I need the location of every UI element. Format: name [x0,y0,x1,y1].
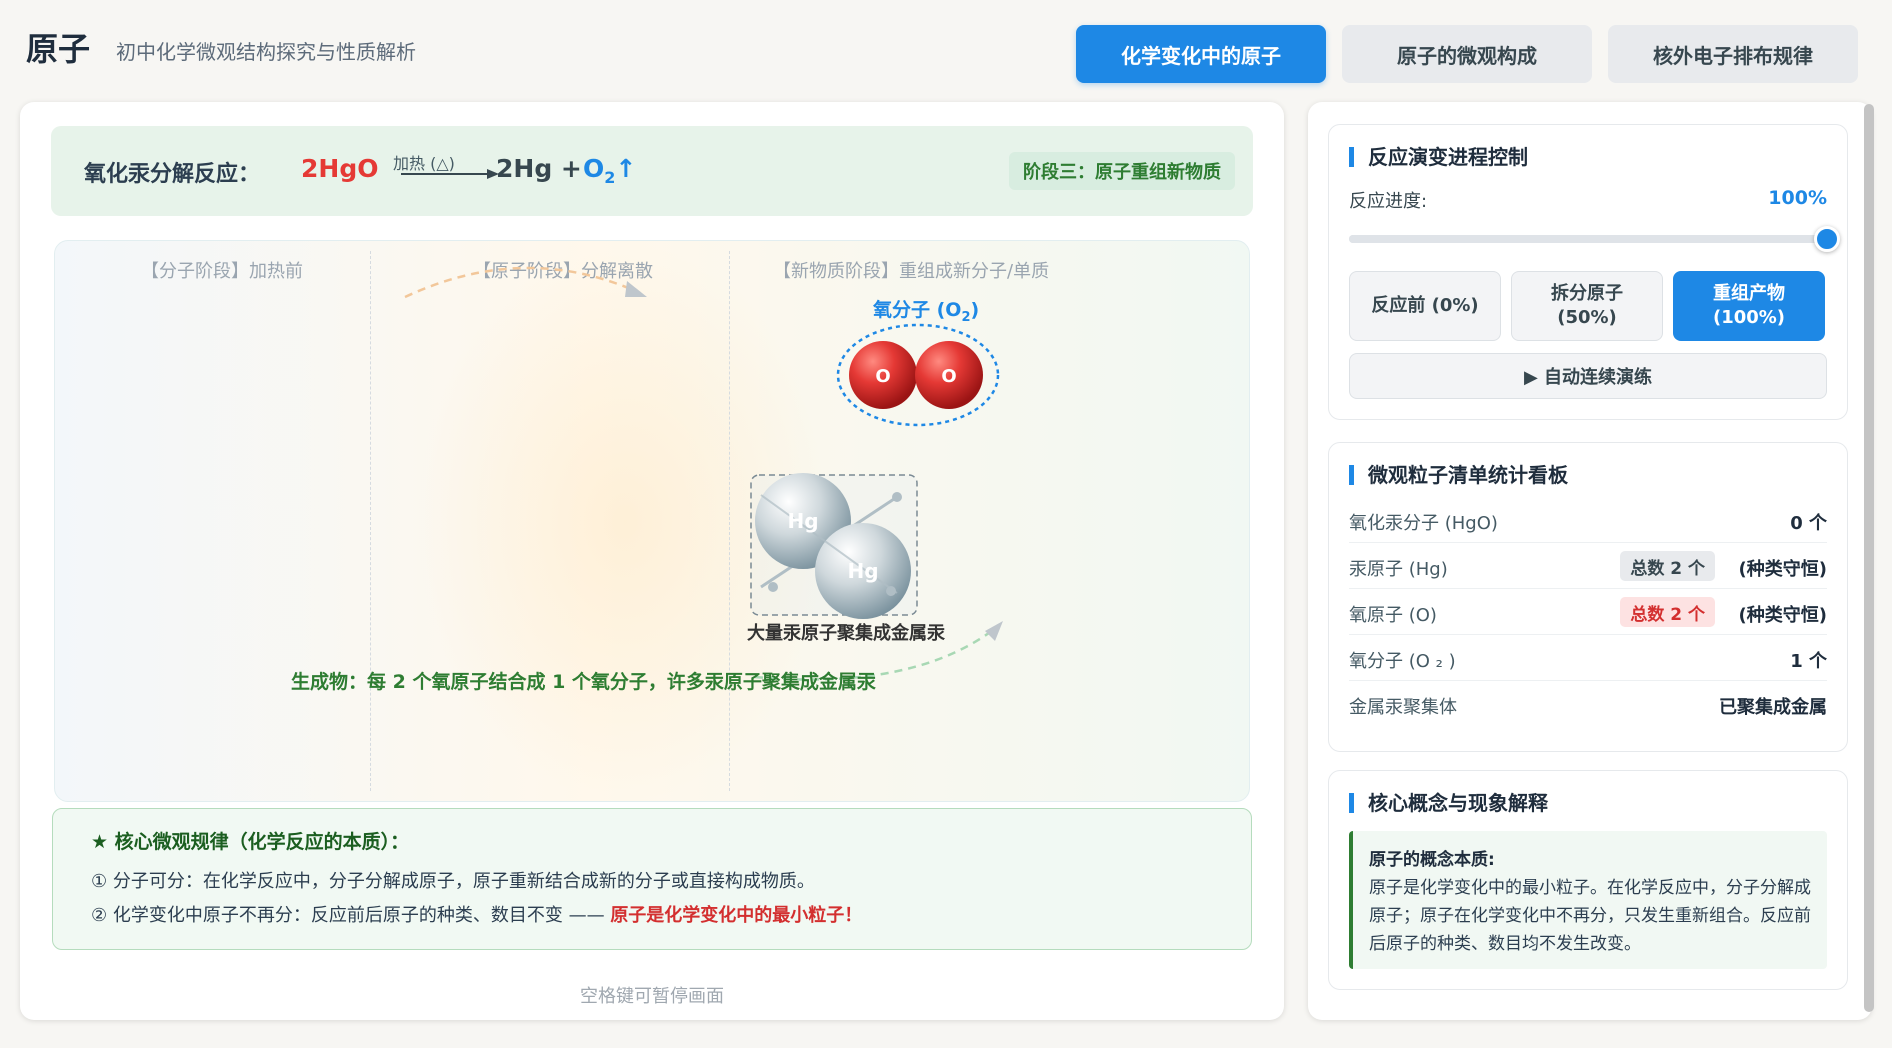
control-card-title: 反应演变进程控制 [1349,147,1528,167]
progress-slider-fill [1349,235,1827,243]
tab-electron-arrangement[interactable]: 核外电子排布规律 [1608,25,1858,83]
equation-label: 氧化汞分解反应： [84,162,261,187]
progress-slider[interactable] [1349,226,1840,252]
stat-note: (种类守恒) [1738,559,1827,580]
page-subtitle: 初中化学微观结构探究与性质解析 [116,40,416,64]
stat-row-hgo: 氧化汞分子 (HgO) 0 个 [1349,497,1827,543]
core-rules-box: ★ 核心微观规律（化学反应的本质）： ① 分子可分：在化学反应中，分子分解成原子… [52,808,1252,950]
oxygen-atom-symbol: O [875,366,890,387]
mercury-caption: 大量汞原子聚集成金属汞 [747,623,945,644]
concept-card: 核心概念与现象解释 原子的概念本质: 原子是化学变化中的最小粒子。在化学反应中，… [1328,770,1848,990]
stage-before-button[interactable]: 反应前 (0%) [1349,271,1501,341]
concept-card-title: 核心概念与现象解释 [1349,793,1548,813]
oxygen-molecule: O O [836,323,1000,427]
core-rule-1: ① 分子可分：在化学反应中，分子分解成原子，原子重新结合成新的分子或直接构成物质… [91,871,815,892]
reaction-stage-canvas: 【分子阶段】加热前 【原子阶段】分解离散 【新物质阶段】重组成新分子/单质 氧分… [54,240,1250,802]
equation-reactant: 2HgO [301,154,379,183]
stat-row-o2: 氧分子 (O ₂ ) 1 个 [1349,635,1827,681]
side-panel: 反应演变进程控制 反应进度: 100% 反应前 (0%) 拆分原子 (50%) 重… [1308,102,1872,1020]
reaction-arrow-icon [401,169,499,179]
stat-row-hg-metal: 金属汞聚集体 已聚集成金属 [1349,681,1827,727]
stat-value: 已聚集成金属 [1719,697,1827,718]
stage-badge: 阶段三：原子重组新物质 [1009,152,1235,190]
pause-hint: 空格键可暂停画面 [580,986,724,1007]
concept-explanation: 原子的概念本质: 原子是化学变化中的最小粒子。在化学反应中，分子分解成原子；原子… [1349,831,1827,969]
stat-name: 汞原子 (Hg) [1349,559,1448,580]
auto-play-button[interactable]: ▶ 自动连续演练 [1349,353,1827,399]
transition-arrows [404,266,1003,681]
page-title: 原子 [26,30,91,68]
stat-note: (种类守恒) [1738,605,1827,626]
oxygen-atom-symbol: O [941,366,956,387]
progress-slider-thumb[interactable] [1814,226,1840,252]
stat-row-o: 氧原子 (O) 总数 2 个 (种类守恒) [1349,589,1827,635]
stat-value: 1 个 [1790,651,1827,672]
header: 原子 初中化学微观结构探究与性质解析 化学变化中的原子 原子的微观构成 核外电子… [0,0,1892,100]
concept-head: 原子的概念本质: [1369,850,1495,870]
stage-recombine-button[interactable]: 重组产物 (100%) [1673,271,1825,341]
equation-product-oxygen: O2↑ [583,154,637,187]
stat-count-badge: 总数 2 个 [1620,597,1715,627]
tab-atoms-in-chemical-change[interactable]: 化学变化中的原子 [1076,25,1326,83]
tab-atomic-structure[interactable]: 原子的微观构成 [1342,25,1592,83]
reaction-control-card: 反应演变进程控制 反应进度: 100% 反应前 (0%) 拆分原子 (50%) 重… [1328,124,1848,420]
equation-product-mercury: 2Hg + [496,154,582,183]
equation-bar: 氧化汞分解反应： 2HgO 加热 (△) 2Hg + O2↑ 阶段三：原子重组新… [51,126,1253,216]
side-panel-scrollbar[interactable] [1864,104,1874,1012]
stat-name: 氧分子 (O ₂ ) [1349,651,1456,672]
stats-card-title: 微观粒子清单统计看板 [1349,465,1568,485]
simulation-panel: 氧化汞分解反应： 2HgO 加热 (△) 2Hg + O2↑ 阶段三：原子重组新… [20,102,1284,1020]
progress-value: 100% [1768,187,1827,209]
stage-split-button[interactable]: 拆分原子 (50%) [1511,271,1663,341]
stat-name: 氧化汞分子 (HgO) [1349,513,1498,534]
particle-stats-card: 微观粒子清单统计看板 氧化汞分子 (HgO) 0 个 汞原子 (Hg) 总数 2… [1328,442,1848,752]
product-note: 生成物：每 2 个氧原子结合成 1 个氧分子，许多汞原子聚集成金属汞 [291,671,876,693]
mercury-atom-symbol: Hg [847,559,878,583]
core-rules-title: ★ 核心微观规律（化学反应的本质）： [91,831,410,853]
mercury-atom-symbol: Hg [787,509,818,533]
stat-name: 金属汞聚集体 [1349,697,1457,718]
core-rule-2: ② 化学变化中原子不再分：反应前后原子的种类、数目不变 —— 原子是化学变化中的… [91,905,863,926]
progress-label: 反应进度: [1349,191,1428,212]
stat-row-hg: 汞原子 (Hg) 总数 2 个 (种类守恒) [1349,543,1827,589]
stat-name: 氧原子 (O) [1349,605,1437,626]
stat-value: 0 个 [1790,513,1827,534]
concept-body: 原子是化学变化中的最小粒子。在化学反应中，分子分解成原子；原子在化学变化中不再分… [1369,878,1811,954]
stat-count-badge: 总数 2 个 [1620,551,1715,581]
